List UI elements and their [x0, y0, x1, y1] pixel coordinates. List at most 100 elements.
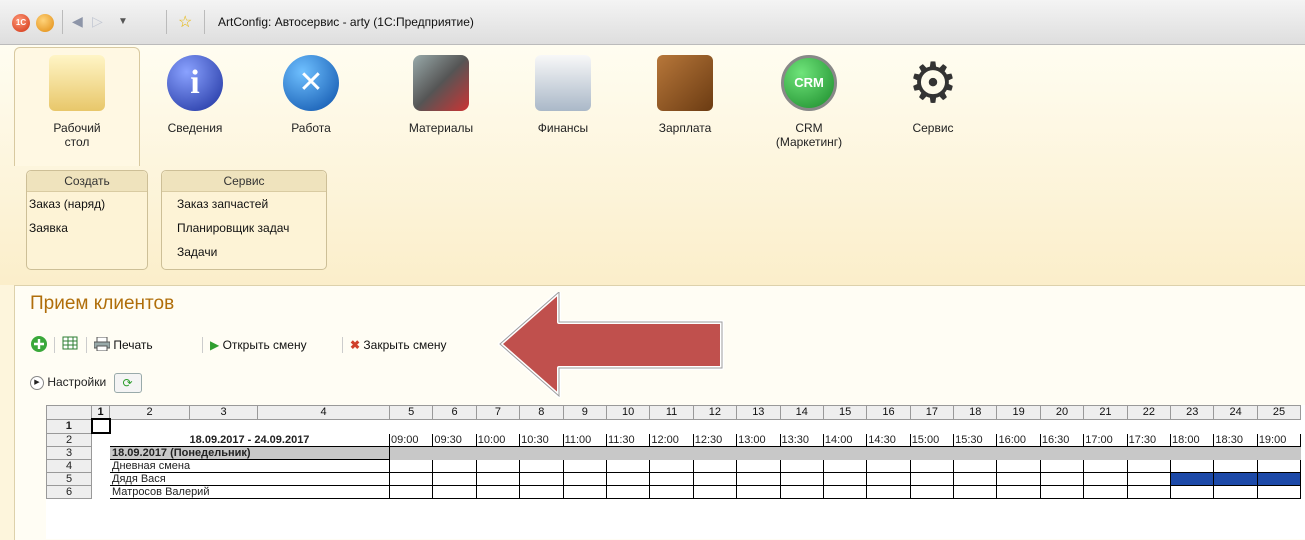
employee-name-cell[interactable]: Дневная смена	[109, 459, 390, 473]
booked-slot[interactable]	[1170, 472, 1215, 486]
time-slot[interactable]	[388, 459, 434, 473]
cell[interactable]	[562, 446, 607, 460]
section-crm[interactable]: CRM CRM (Маркетинг)	[754, 55, 864, 149]
cell[interactable]	[909, 446, 955, 460]
column-header[interactable]: 15	[822, 405, 868, 420]
cell[interactable]	[953, 418, 998, 434]
column-header[interactable]: 10	[605, 405, 651, 420]
back-icon[interactable]: ◀	[72, 13, 83, 30]
time-slot[interactable]	[649, 485, 694, 499]
cell[interactable]	[866, 446, 911, 460]
time-slot[interactable]	[1039, 459, 1085, 473]
time-header[interactable]: 19:00	[1256, 432, 1302, 447]
time-slot[interactable]	[953, 472, 998, 486]
cell[interactable]	[432, 418, 477, 434]
column-header[interactable]: 8	[519, 405, 564, 420]
time-slot[interactable]	[432, 485, 477, 499]
time-header[interactable]: 18:00	[1170, 432, 1215, 447]
column-header[interactable]: 14	[779, 405, 824, 420]
time-slot[interactable]	[822, 459, 868, 473]
cell[interactable]	[109, 418, 390, 434]
column-header[interactable]: 18	[953, 405, 998, 420]
cell[interactable]	[475, 446, 521, 460]
cell[interactable]	[519, 446, 564, 460]
time-slot[interactable]	[1126, 459, 1172, 473]
cell[interactable]	[1256, 446, 1302, 460]
time-slot[interactable]	[519, 472, 564, 486]
time-slot[interactable]	[692, 472, 738, 486]
cell[interactable]	[388, 446, 434, 460]
time-slot[interactable]	[1126, 485, 1172, 499]
cell[interactable]	[91, 446, 110, 460]
time-header[interactable]: 15:30	[953, 432, 998, 447]
time-header[interactable]: 11:00	[562, 432, 607, 447]
favorites-star-icon[interactable]: ☆	[178, 12, 192, 32]
print-button[interactable]: Печать	[93, 335, 153, 355]
cell[interactable]	[779, 418, 824, 434]
section-materials[interactable]: Материалы	[386, 55, 496, 135]
cell[interactable]	[1170, 446, 1215, 460]
time-header[interactable]: 09:30	[432, 432, 477, 447]
cell[interactable]	[519, 418, 564, 434]
time-header[interactable]: 16:30	[1039, 432, 1085, 447]
section-service[interactable]: ⚙ Сервис	[878, 55, 988, 136]
cell[interactable]	[1039, 446, 1085, 460]
time-header[interactable]: 17:00	[1083, 432, 1128, 447]
time-slot[interactable]	[388, 485, 434, 499]
time-header[interactable]: 17:30	[1126, 432, 1172, 447]
time-slot[interactable]	[953, 485, 998, 499]
history-dropdown-icon[interactable]: ▼	[118, 16, 128, 27]
open-shift-button[interactable]: ▶ Открыть смену	[210, 335, 307, 355]
cell[interactable]	[1083, 446, 1128, 460]
time-slot[interactable]	[605, 459, 651, 473]
time-header[interactable]: 12:30	[692, 432, 738, 447]
cell[interactable]	[996, 418, 1041, 434]
time-slot[interactable]	[475, 459, 521, 473]
time-slot[interactable]	[1170, 459, 1215, 473]
cell[interactable]	[1083, 418, 1128, 434]
tasks-link[interactable]: Задачи	[162, 240, 326, 264]
time-slot[interactable]	[1256, 485, 1302, 499]
time-slot[interactable]	[562, 472, 607, 486]
time-header[interactable]: 10:00	[475, 432, 521, 447]
time-slot[interactable]	[736, 472, 781, 486]
cell[interactable]	[1126, 446, 1172, 460]
date-range-cell[interactable]: 18.09.2017 - 24.09.2017	[109, 432, 390, 447]
row-header[interactable]: 1	[46, 418, 92, 434]
task-planner-link[interactable]: Планировщик задач	[162, 216, 326, 240]
cell[interactable]	[91, 485, 110, 499]
cell[interactable]	[90, 418, 111, 434]
cell[interactable]	[736, 418, 781, 434]
time-slot[interactable]	[1039, 472, 1085, 486]
time-slot[interactable]	[996, 472, 1041, 486]
table-icon[interactable]	[62, 335, 78, 355]
cell[interactable]	[1170, 418, 1215, 434]
time-header[interactable]: 10:30	[519, 432, 564, 447]
cell[interactable]	[649, 418, 694, 434]
refresh-button[interactable]: ⟳	[113, 372, 142, 393]
time-slot[interactable]	[1083, 472, 1128, 486]
section-salary[interactable]: Зарплата	[630, 55, 740, 135]
time-slot[interactable]	[1213, 459, 1258, 473]
time-header[interactable]: 14:30	[866, 432, 911, 447]
time-header[interactable]: 14:00	[822, 432, 868, 447]
time-slot[interactable]	[432, 459, 477, 473]
column-header[interactable]: 11	[649, 405, 694, 420]
column-header[interactable]: 23	[1170, 405, 1215, 420]
time-slot[interactable]	[779, 459, 824, 473]
time-slot[interactable]	[953, 459, 998, 473]
column-header[interactable]: 16	[866, 405, 911, 420]
cell[interactable]	[1213, 418, 1258, 434]
row-header[interactable]: 4	[46, 459, 92, 473]
cell[interactable]	[822, 446, 868, 460]
time-slot[interactable]	[822, 485, 868, 499]
cell[interactable]	[605, 446, 651, 460]
cell[interactable]	[91, 459, 110, 473]
cell[interactable]	[692, 446, 738, 460]
cell[interactable]	[605, 418, 651, 434]
time-slot[interactable]	[562, 459, 607, 473]
row-header[interactable]: 5	[46, 472, 92, 486]
time-slot[interactable]	[432, 472, 477, 486]
cell[interactable]	[91, 472, 110, 486]
schedule-spreadsheet[interactable]: 1 2 3 4 5 6 7 8 9 10 11 12 13 14 15 16 17 18 19 20 21 22 23 24 2…	[46, 405, 1305, 539]
